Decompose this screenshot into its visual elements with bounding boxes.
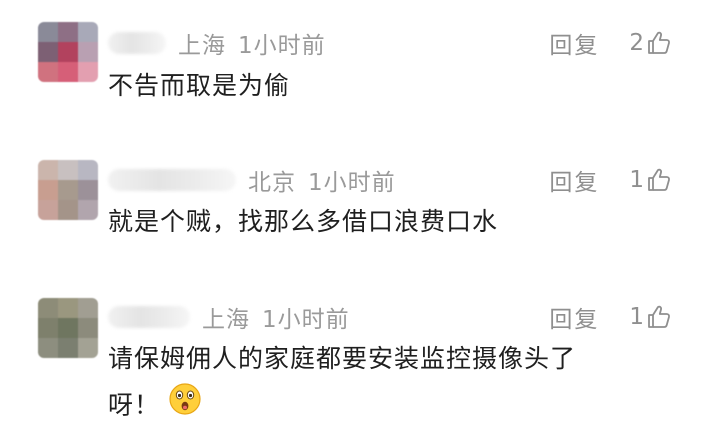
username-blurred[interactable] <box>108 32 166 54</box>
location-label: 北京 <box>248 170 296 196</box>
reply-button[interactable]: 回复 <box>549 26 599 60</box>
comment-meta: 上海 1小时前 <box>108 300 350 334</box>
location-label: 上海 <box>178 33 226 59</box>
location-label: 上海 <box>202 307 250 333</box>
avatar[interactable] <box>38 160 98 220</box>
like-count: 1 <box>629 167 644 193</box>
reply-button[interactable]: 回复 <box>549 163 599 197</box>
reply-button[interactable]: 回复 <box>549 300 599 334</box>
comment-meta: 上海 1小时前 <box>108 26 326 60</box>
like-button[interactable]: 1 <box>629 304 672 330</box>
avatar[interactable] <box>38 22 98 82</box>
timestamp: 1小时前 <box>238 33 326 59</box>
avatar[interactable] <box>38 298 98 358</box>
comment-actions: 回复 1 <box>549 163 672 197</box>
timestamp: 1小时前 <box>308 170 396 196</box>
thumbs-up-icon <box>648 305 670 328</box>
thumbs-up-icon <box>648 168 670 191</box>
like-button[interactable]: 1 <box>629 167 672 193</box>
username-blurred[interactable] <box>108 169 236 191</box>
like-button[interactable]: 2 <box>629 30 672 56</box>
comment-text: 不告而取是为偷 <box>108 71 291 100</box>
comment-meta: 北京 1小时前 <box>108 163 396 197</box>
comment-actions: 回复 1 <box>549 300 672 334</box>
comment-text: 就是个贼，找那么多借口浪费口水 <box>108 207 499 236</box>
username-blurred[interactable] <box>108 306 190 328</box>
comment-actions: 回复 2 <box>549 26 672 60</box>
like-count: 1 <box>629 304 644 330</box>
comment-text: 请保姆佣人的家庭都要安装监控摄像头了呀！ <box>108 336 608 431</box>
timestamp: 1小时前 <box>262 307 350 333</box>
thumbs-up-icon <box>648 31 670 54</box>
surprised-face-emoji <box>168 382 202 431</box>
like-count: 2 <box>629 30 644 56</box>
